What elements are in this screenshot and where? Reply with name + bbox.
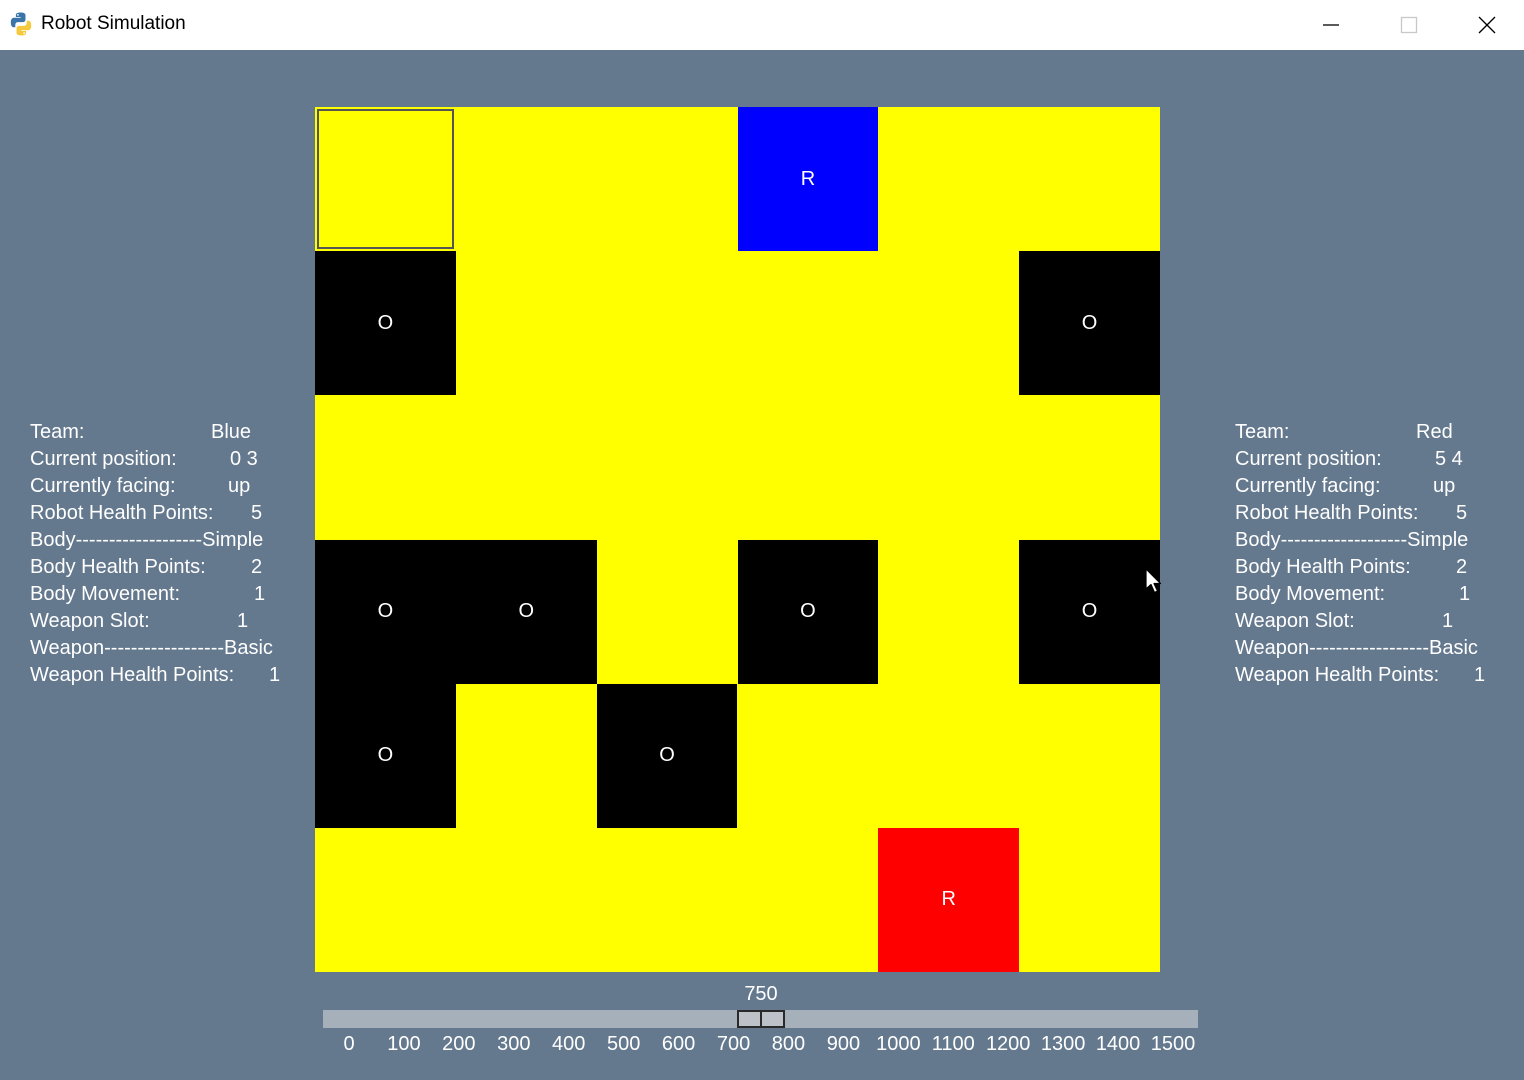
weapon-label: Weapon------------------Basic xyxy=(1235,637,1478,659)
selected-cell[interactable] xyxy=(317,109,454,250)
slider-tick-label: 900 xyxy=(826,1033,861,1055)
slider-tick-label: 800 xyxy=(771,1033,806,1055)
body-movement-label: Body Movement: xyxy=(30,583,181,605)
robot-cell-blue-label: R xyxy=(800,167,816,190)
weapon-health-value: 1 xyxy=(269,664,281,686)
close-button[interactable] xyxy=(1448,0,1524,50)
slider-tick-label: 400 xyxy=(552,1033,586,1055)
facing-value: up xyxy=(1433,475,1456,497)
slider-tick-label: 500 xyxy=(606,1033,641,1055)
slider-tick-label: 1300 xyxy=(1040,1033,1086,1055)
team-label: Team: xyxy=(30,421,85,443)
simulation-grid[interactable]: O O O O O O O O R R xyxy=(315,107,1160,972)
slider-tick-label: 1100 xyxy=(931,1033,975,1055)
slider-tick-label: 600 xyxy=(661,1033,696,1055)
obstacle-cell-label: O xyxy=(518,600,535,623)
slider-tick-label: 100 xyxy=(387,1033,421,1055)
slider-value-label: 750 xyxy=(744,983,778,1005)
facing-label: Currently facing: xyxy=(30,475,176,497)
weapon-health-label: Weapon Health Points: xyxy=(1235,664,1440,686)
obstacle-cell-label: O xyxy=(1081,311,1098,334)
obstacle-cell[interactable]: O xyxy=(1019,539,1160,684)
health-label: Robot Health Points: xyxy=(30,502,214,524)
position-value: 0 3 xyxy=(230,448,258,470)
body-movement-value: 1 xyxy=(1459,583,1471,605)
slider-tick-label: 300 xyxy=(497,1033,531,1055)
body-health-value: 2 xyxy=(251,556,263,578)
facing-label: Currently facing: xyxy=(1235,475,1381,497)
weapon-slot-value: 1 xyxy=(237,610,249,632)
minimize-icon xyxy=(1323,24,1339,26)
maximize-button[interactable] xyxy=(1370,0,1448,50)
speed-slider-handle[interactable] xyxy=(737,1010,785,1028)
obstacle-cell[interactable]: O xyxy=(315,251,456,396)
slider-tick-label: 1400 xyxy=(1095,1033,1141,1055)
slider-tick-label: 200 xyxy=(442,1033,476,1055)
obstacle-cell[interactable]: O xyxy=(596,683,738,828)
health-value: 5 xyxy=(1456,502,1468,524)
obstacle-cell[interactable]: O xyxy=(455,539,597,684)
robot-cell-red[interactable]: R xyxy=(878,827,1020,972)
health-value: 5 xyxy=(251,502,263,524)
red-robot-info-panel: Team: Red Current position: 5 4 Currently … xyxy=(1235,419,1485,689)
slider-handle-notch xyxy=(760,1012,762,1026)
weapon-slot-label: Weapon Slot: xyxy=(30,610,150,632)
close-icon xyxy=(1478,16,1496,34)
body-health-label: Body Health Points: xyxy=(1235,556,1411,578)
weapon-label: Weapon------------------Basic xyxy=(30,637,273,659)
team-value: Blue xyxy=(211,421,252,443)
obstacle-cell-label: O xyxy=(377,311,394,334)
body-label: Body-------------------Simple xyxy=(1235,529,1469,551)
position-label: Current position: xyxy=(1235,448,1382,470)
obstacle-cell[interactable]: O xyxy=(737,539,879,684)
health-label: Robot Health Points: xyxy=(1235,502,1419,524)
position-value: 5 4 xyxy=(1435,448,1463,470)
slider-tick-label: 1000 xyxy=(876,1033,921,1055)
obstacle-cell-label: O xyxy=(377,744,394,767)
weapon-health-value: 1 xyxy=(1474,664,1486,686)
python-icon xyxy=(10,12,32,36)
obstacle-cell-label: O xyxy=(377,600,394,623)
mouse-cursor-icon xyxy=(1145,568,1162,594)
blue-robot-info-panel: Team: Blue Current position: 0 3 Currently… xyxy=(30,419,280,689)
facing-value: up xyxy=(228,475,251,497)
slider-tick-label: 700 xyxy=(716,1033,751,1055)
obstacle-cell[interactable]: O xyxy=(1019,251,1160,396)
obstacle-cell-label: O xyxy=(659,744,675,767)
minimize-button[interactable] xyxy=(1292,0,1370,50)
robot-cell-blue[interactable]: R xyxy=(737,107,879,252)
weapon-health-label: Weapon Health Points: xyxy=(30,664,235,686)
weapon-slot-value: 1 xyxy=(1442,610,1454,632)
slider-tick-label: 0 xyxy=(343,1033,355,1055)
slider-tick-label: 1500 xyxy=(1150,1033,1196,1055)
team-label: Team: xyxy=(1235,421,1290,443)
obstacle-cell-label: O xyxy=(800,600,816,623)
window-title: Robot Simulation xyxy=(41,13,186,34)
body-health-label: Body Health Points: xyxy=(30,556,206,578)
obstacle-cell[interactable]: O xyxy=(315,539,456,684)
body-movement-label: Body Movement: xyxy=(1235,583,1386,605)
position-label: Current position: xyxy=(30,448,177,470)
body-label: Body-------------------Simple xyxy=(30,529,264,551)
body-health-value: 2 xyxy=(1456,556,1468,578)
weapon-slot-label: Weapon Slot: xyxy=(1235,610,1355,632)
team-value: Red xyxy=(1416,421,1453,443)
obstacle-cell[interactable]: O xyxy=(315,683,456,828)
body-movement-value: 1 xyxy=(254,583,266,605)
robot-cell-red-label: R xyxy=(941,888,956,911)
obstacle-cell-label: O xyxy=(1081,600,1098,623)
maximize-icon xyxy=(1400,16,1418,34)
slider-tick-label: 1200 xyxy=(985,1033,1031,1055)
title-bar: Robot Simulation xyxy=(0,0,1524,50)
